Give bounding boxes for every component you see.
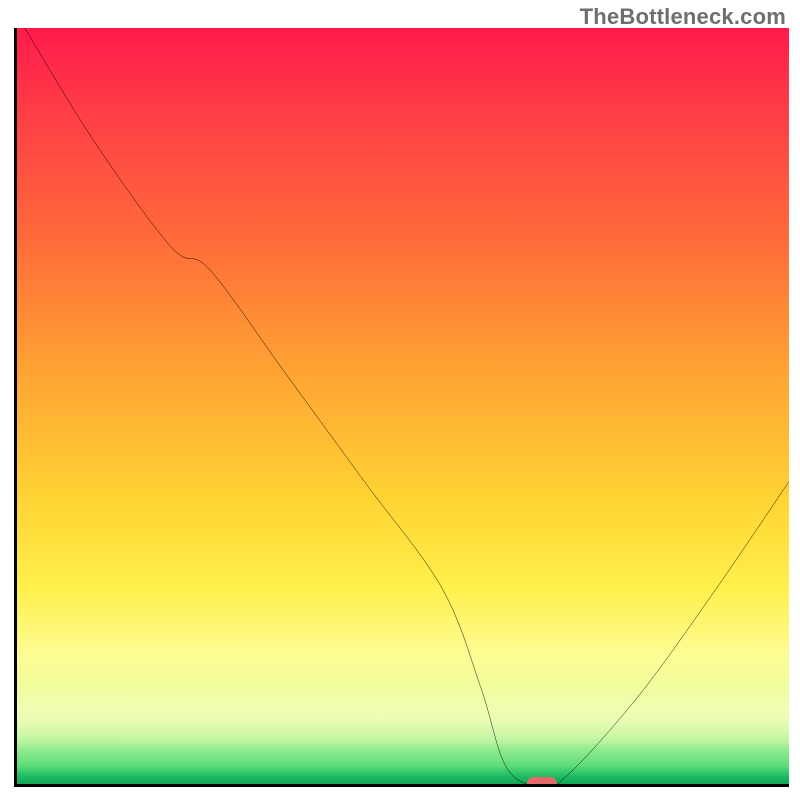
watermark-text: TheBottleneck.com xyxy=(580,4,786,30)
bottleneck-curve xyxy=(17,28,789,784)
plot-area xyxy=(14,28,789,787)
chart-frame: TheBottleneck.com xyxy=(0,0,800,800)
optimum-marker xyxy=(527,777,557,787)
